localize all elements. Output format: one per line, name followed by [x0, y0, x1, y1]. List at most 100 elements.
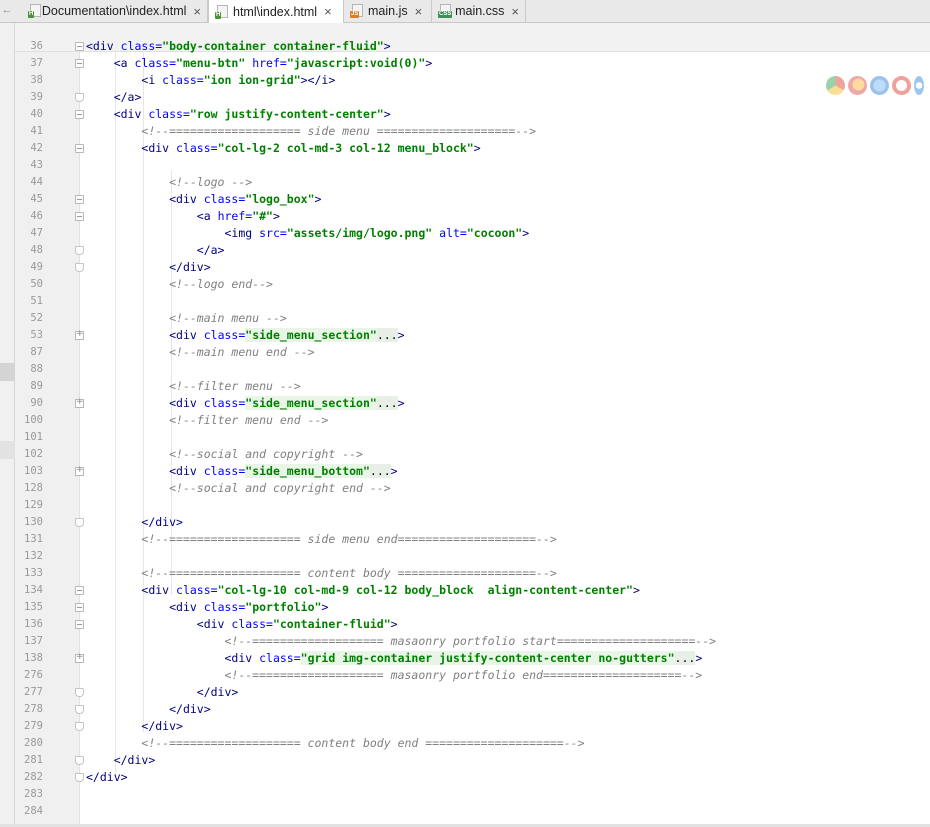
code-line[interactable]: 103 <div class="side_menu_bottom"...>: [15, 462, 930, 480]
code-line[interactable]: 42 <div class="col-lg-2 col-md-3 col-12 …: [15, 140, 930, 157]
collapse-fold-icon[interactable]: [75, 705, 84, 714]
collapse-fold-icon[interactable]: [75, 688, 84, 697]
collapse-fold-icon[interactable]: [75, 93, 84, 102]
code-line[interactable]: 49 </div>: [15, 259, 930, 276]
code-line[interactable]: 52 <!--main menu -->: [15, 310, 930, 327]
code-line[interactable]: 278 </div>: [15, 701, 930, 718]
code-line[interactable]: 43: [15, 157, 930, 174]
code-line[interactable]: 47 <img src="assets/img/logo.png" alt="c…: [15, 225, 930, 242]
code-line[interactable]: 102 <!--social and copyright -->: [15, 446, 930, 463]
collapse-fold-icon[interactable]: [75, 195, 84, 204]
code-line[interactable]: 281 </div>: [15, 752, 930, 769]
collapse-fold-icon[interactable]: [75, 756, 84, 765]
expand-fold-icon[interactable]: [75, 326, 84, 343]
code-line[interactable]: 100 <!--filter menu end -->: [15, 412, 930, 429]
code-line[interactable]: 45 <div class="logo_box">: [15, 191, 930, 208]
close-icon[interactable]: ×: [415, 4, 423, 19]
code-line[interactable]: 88: [15, 361, 930, 378]
code-line[interactable]: 129: [15, 497, 930, 514]
expand-fold-icon[interactable]: [75, 462, 84, 479]
browser-preview-icons: [826, 76, 924, 95]
collapse-fold-icon[interactable]: [75, 518, 84, 527]
code-line[interactable]: 276 <!--=================== masaonry por…: [15, 667, 930, 684]
code-line[interactable]: 279 </div>: [15, 718, 930, 735]
code-line[interactable]: 280 <!--=================== content body…: [15, 735, 930, 752]
collapse-fold-icon[interactable]: [75, 263, 84, 272]
chrome-icon[interactable]: [826, 76, 845, 95]
code-line[interactable]: 133 <!--=================== content body…: [15, 565, 930, 582]
close-icon[interactable]: ×: [324, 4, 332, 19]
folded-code-ellipsis[interactable]: ...: [674, 651, 696, 665]
code-line[interactable]: 39 </a>: [15, 89, 930, 106]
code-comment: <!--=================== content body end…: [141, 736, 585, 750]
code-line[interactable]: 51: [15, 293, 930, 310]
opera-icon[interactable]: [892, 76, 911, 95]
collapse-fold-icon[interactable]: [75, 773, 84, 782]
code-line[interactable]: 41 <!--=================== side menu ===…: [15, 123, 930, 140]
code-comment: <!--main menu -->: [169, 311, 287, 325]
collapse-fold-icon[interactable]: [75, 110, 84, 119]
code-line[interactable]: 90 <div class="side_menu_section"...>: [15, 394, 930, 412]
code-token: class=: [162, 73, 204, 87]
code-line[interactable]: 135 <div class="portfolio">: [15, 599, 930, 616]
code-line[interactable]: 283: [15, 786, 930, 803]
code-token: "container-fluid": [272, 617, 391, 631]
code-token: "col-lg-10 col-md-9 col-12 body_block al…: [217, 583, 633, 597]
safari-icon[interactable]: [870, 76, 889, 95]
expand-fold-icon[interactable]: [75, 649, 84, 666]
code-line[interactable]: 37 <a class="menu-btn" href="javascript:…: [15, 55, 930, 72]
collapse-fold-icon[interactable]: [75, 603, 84, 612]
code-line[interactable]: 131 <!--=================== side menu en…: [15, 531, 930, 548]
code-line[interactable]: 53 <div class="side_menu_section"...>: [15, 326, 930, 344]
code-line[interactable]: 89 <!--filter menu -->: [15, 378, 930, 395]
tab-documentation-index[interactable]: H Documentation\index.html ×: [22, 0, 208, 22]
code-line[interactable]: 137 <!--=================== masaonry por…: [15, 633, 930, 650]
collapse-fold-icon[interactable]: [75, 144, 84, 153]
tab-scroll-left-icon[interactable]: ←: [0, 0, 14, 22]
collapse-fold-icon[interactable]: [75, 586, 84, 595]
tab-main-js[interactable]: JS main.js ×: [344, 0, 432, 22]
code-line[interactable]: 44 <!--logo -->: [15, 174, 930, 191]
code-line[interactable]: 282 </div>: [15, 769, 930, 786]
code-line[interactable]: 277 </div>: [15, 684, 930, 701]
code-line[interactable]: 128 <!--social and copyright end -->: [15, 480, 930, 497]
folded-code-ellipsis[interactable]: ...: [376, 328, 398, 342]
collapse-fold-icon[interactable]: [75, 59, 84, 68]
line-number: 101: [24, 431, 43, 443]
code-line[interactable]: 46 <a href="#">: [15, 208, 930, 225]
code-lines[interactable]: 36 <div class="body-container container-f…: [15, 38, 930, 820]
code-token: href=: [217, 209, 253, 223]
code-line[interactable]: 48 </a>: [15, 242, 930, 259]
line-number: 88: [30, 363, 43, 375]
ie-icon[interactable]: [914, 76, 924, 95]
tab-main-css[interactable]: CSS main.css ×: [432, 0, 526, 22]
code-line[interactable]: 101: [15, 429, 930, 446]
code-line[interactable]: 40 <div class="row justify-content-cente…: [15, 106, 930, 123]
firefox-icon[interactable]: [848, 76, 867, 95]
code-line[interactable]: 38 <i class="ion ion-grid"></i>: [15, 72, 930, 89]
code-text: </div>: [86, 514, 183, 531]
code-line[interactable]: 130 </div>: [15, 514, 930, 531]
code-line[interactable]: 50 <!--logo end-->: [15, 276, 930, 293]
folded-code-ellipsis[interactable]: ...: [376, 396, 398, 410]
code-line[interactable]: 138 <div class="grid img-container justi…: [15, 649, 930, 667]
close-icon[interactable]: ×: [511, 4, 519, 19]
collapse-fold-icon[interactable]: [75, 620, 84, 629]
expand-fold-icon[interactable]: [75, 394, 84, 411]
collapse-fold-icon[interactable]: [75, 212, 84, 221]
close-icon[interactable]: ×: [193, 4, 201, 19]
code-line[interactable]: 87 <!--main menu end -->: [15, 344, 930, 361]
code-line[interactable]: 284: [15, 803, 930, 820]
code-line[interactable]: 134 <div class="col-lg-10 col-md-9 col-1…: [15, 582, 930, 599]
code-line[interactable]: 136 <div class="container-fluid">: [15, 616, 930, 633]
code-line[interactable]: 36 <div class="body-container container-f…: [15, 38, 930, 55]
line-number: 48: [30, 244, 43, 256]
folded-code-ellipsis[interactable]: ...: [369, 464, 391, 478]
tab-html-index[interactable]: H html\index.html ×: [208, 0, 344, 23]
collapse-fold-icon[interactable]: [75, 42, 84, 51]
code-line[interactable]: 132: [15, 548, 930, 565]
collapse-fold-icon[interactable]: [75, 246, 84, 255]
collapse-fold-icon[interactable]: [75, 722, 84, 731]
